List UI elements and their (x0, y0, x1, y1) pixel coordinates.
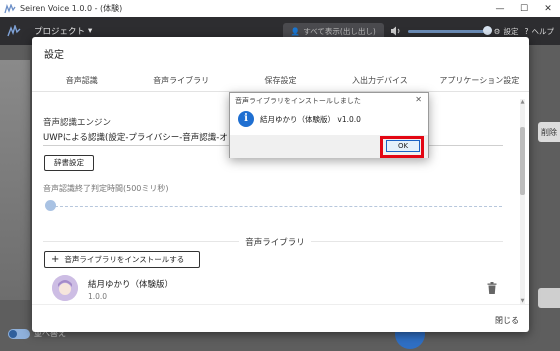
user-add-icon: 👤 (290, 26, 301, 36)
settings-menu-button[interactable]: ⚙ 設定 (494, 26, 519, 37)
information-icon: i (238, 111, 254, 127)
install-library-label: 音声ライブラリをインストールする (64, 255, 185, 264)
scrollbar-thumb[interactable] (520, 127, 525, 195)
help-menu-label: ヘルプ (531, 26, 555, 36)
library-item-version: 1.0.0 (88, 292, 108, 301)
silence-time-slider-track[interactable] (50, 206, 502, 208)
close-settings-button[interactable]: 閉じる (495, 315, 519, 326)
engine-label: 音声認識エンジン (43, 118, 112, 128)
settings-title: 設定 (44, 50, 64, 61)
project-menu[interactable]: プロジェクト ▾ (34, 25, 92, 37)
dialog-title: 音声ライブラリをインストールしました (235, 97, 361, 105)
volume-slider[interactable] (407, 26, 492, 35)
close-window-button[interactable]: ✕ (536, 4, 560, 14)
install-library-button[interactable]: + 音声ライブラリをインストールする (44, 251, 200, 268)
settings-scrollbar[interactable]: ▲ ▼ (520, 99, 525, 304)
settings-menu-label: 設定 (503, 26, 519, 36)
tab-speech-recognition[interactable]: 音声認識 (32, 70, 131, 91)
voice-library-heading: 音声ライブラリ (32, 236, 518, 248)
volume-icon (390, 26, 402, 36)
close-icon[interactable]: ✕ (415, 95, 422, 104)
side-panel-button[interactable] (538, 288, 560, 308)
trash-icon[interactable] (487, 282, 497, 294)
window-title: Seiren Voice 1.0.0 - (体験) (20, 4, 123, 13)
dictionary-settings-button[interactable]: 辞書設定 (44, 155, 94, 171)
chevron-down-icon: ▾ (88, 26, 93, 36)
gear-icon: ⚙ (493, 26, 501, 36)
tab-voice-library[interactable]: 音声ライブラリ (131, 70, 230, 91)
settings-tabs: 音声認識 音声ライブラリ 保存設定 入出力デバイス アプリケーション設定 (32, 70, 529, 92)
volume-slider-knob[interactable] (482, 26, 492, 35)
window-titlebar: Seiren Voice 1.0.0 - (体験) — ☐ ✕ (0, 0, 560, 17)
batch-output-label: すべて表示(出し出し) (303, 26, 376, 36)
tab-save-settings[interactable]: 保存設定 (231, 70, 330, 91)
tab-application-settings[interactable]: アプリケーション設定 (430, 70, 529, 91)
library-item-name: 結月ゆかり（体験版） (88, 280, 174, 290)
settings-footer: 閉じる (32, 304, 529, 332)
app-logo-icon (4, 3, 16, 15)
delete-button[interactable]: 削除 (538, 122, 560, 142)
silence-time-slider-knob[interactable] (45, 200, 56, 211)
engine-select[interactable]: UWPによる認識(設定-プライバシー-音声認識-オンライン音声認識) (43, 131, 238, 143)
help-icon: ? (524, 26, 529, 36)
sort-toggle[interactable] (8, 328, 30, 339)
voice-library-heading-text: 音声ライブラリ (239, 238, 311, 248)
tab-io-devices[interactable]: 入出力デバイス (330, 70, 429, 91)
character-art (0, 60, 30, 300)
help-menu-button[interactable]: ? ヘルプ (525, 26, 554, 37)
highlight-box (380, 136, 424, 158)
delete-button-label: 削除 (541, 127, 557, 137)
minimize-button[interactable]: — (488, 4, 512, 14)
avatar (52, 275, 78, 301)
silence-time-label: 音声認識終了判定時間(500ミリ秒) (43, 184, 169, 193)
maximize-button[interactable]: ☐ (512, 4, 536, 14)
library-item: 結月ゆかり（体験版） 1.0.0 (52, 275, 497, 303)
plus-icon: + (51, 253, 60, 265)
dialog-message: 結月ゆかり（体験版） v1.0.0 (260, 115, 361, 124)
app-logo-icon (6, 23, 22, 39)
scroll-up-icon[interactable]: ▲ (519, 99, 526, 105)
project-menu-label: プロジェクト (34, 27, 86, 37)
settings-dialog: 設定 音声認識 音声ライブラリ 保存設定 入出力デバイス アプリケーション設定 … (32, 37, 529, 332)
